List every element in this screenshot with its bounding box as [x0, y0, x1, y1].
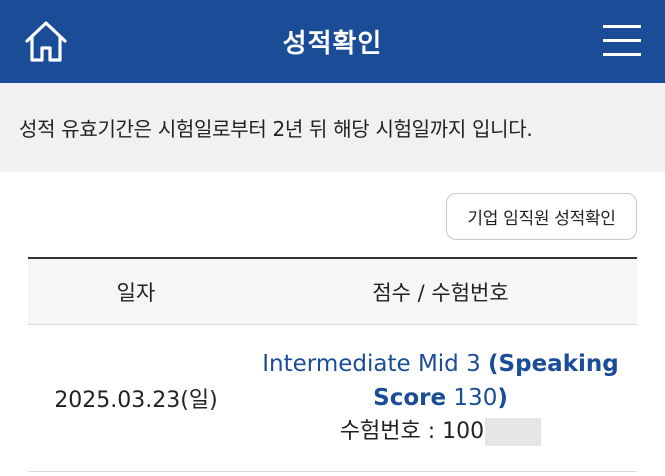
menu-button[interactable] — [603, 22, 641, 60]
score-close-paren: ) — [497, 385, 508, 411]
corporate-score-check-button[interactable]: 기업 임직원 성적확인 — [446, 193, 637, 240]
page-title: 성적확인 — [282, 29, 383, 59]
exam-number-redaction — [485, 418, 542, 446]
score-level: Intermediate Mid 3 — [262, 351, 481, 377]
score-table: 일자 점수 / 수험번호 2025.03.23(일) Intermediate … — [28, 257, 637, 472]
score-value: 130 — [453, 385, 498, 411]
validity-notice: 성적 유효기간은 시험일로부터 2년 뒤 해당 시험일까지 입니다. — [0, 83, 665, 172]
table-header: 일자 점수 / 수험번호 — [28, 259, 637, 325]
home-button[interactable] — [22, 18, 70, 66]
exam-number-label: 수험번호 : — [339, 419, 443, 444]
exam-number: 수험번호 : 100 — [339, 415, 542, 449]
home-icon — [25, 21, 67, 62]
speaking-label-close: Score — [373, 385, 447, 411]
score-result-link[interactable]: Intermediate Mid 3 (Speaking — [262, 347, 618, 381]
app-header: 성적확인 — [0, 0, 665, 83]
header-score: 점수 / 수험번호 — [372, 280, 509, 305]
table-row: 2025.03.23(일) Intermediate Mid 3 (Speaki… — [28, 325, 637, 472]
row-date: 2025.03.23(일) — [54, 388, 218, 413]
row-score-cell: Intermediate Mid 3 (Speaking Score 130) … — [244, 325, 637, 471]
header-date: 일자 — [116, 280, 156, 305]
score-result-link-line2[interactable]: Score 130) — [373, 381, 508, 415]
exam-number-value: 100 — [442, 419, 485, 444]
hamburger-menu-icon — [603, 25, 641, 56]
validity-notice-text: 성적 유효기간은 시험일로부터 2년 뒤 해당 시험일까지 입니다. — [19, 117, 533, 141]
speaking-label-open: (Speaking — [488, 351, 619, 377]
